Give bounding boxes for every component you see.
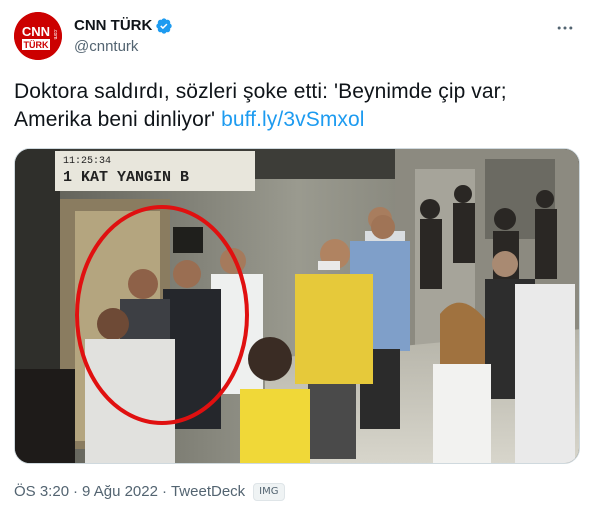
sign-text: 1 KAT YANGIN B [63,169,189,186]
cnn-turk-logo-icon: CNN TÜRK .com [14,12,62,60]
avatar-logo-line2: TÜRK [24,40,49,50]
tweet-text: Doktora saldırdı, sözleri şoke etti: 'Be… [14,78,579,134]
tweet-card: CNN TÜRK .com CNN TÜRK @cnnturk Doktora … [0,0,593,507]
tweet-text-line2-prefix: Amerika beni dinliyor' [14,108,222,131]
tweet-meta: ÖS 3:20 · 9 Ağu 2022 · TweetDeck IMG [14,482,285,502]
tweet-source[interactable]: TweetDeck [171,482,245,502]
meta-separator: · [73,483,79,500]
more-horizontal-icon [557,26,573,30]
author-name-row[interactable]: CNN TÜRK [74,16,173,36]
avatar-logo-suffix: .com [52,29,58,40]
tweet-link[interactable]: buff.ly/3vSmxol [221,108,365,131]
cctv-clock: 11:25:34 [63,156,111,167]
avatar[interactable]: CNN TÜRK .com [14,12,62,60]
author-handle[interactable]: @cnnturk [74,37,138,57]
avatar-logo-line1: CNN [22,24,50,39]
tweet-text-line1: Doktora saldırdı, sözleri şoke etti: 'Be… [14,80,507,103]
verified-badge-icon [155,17,173,35]
tweet-text-line2: Amerika beni dinliyor' buff.ly/3vSmxol [14,106,579,134]
author-display-name[interactable]: CNN TÜRK [74,16,152,36]
more-options-button[interactable] [551,14,579,42]
tweet-media-image[interactable]: 11:25:34 1 KAT YANGIN B [14,148,580,464]
img-badge: IMG [253,483,285,501]
cctv-photo: 11:25:34 1 KAT YANGIN B [15,149,579,463]
tweet-time[interactable]: ÖS 3:20 [14,482,69,502]
tweet-date[interactable]: 9 Ağu 2022 [82,482,158,502]
meta-separator-2: · [161,483,167,500]
